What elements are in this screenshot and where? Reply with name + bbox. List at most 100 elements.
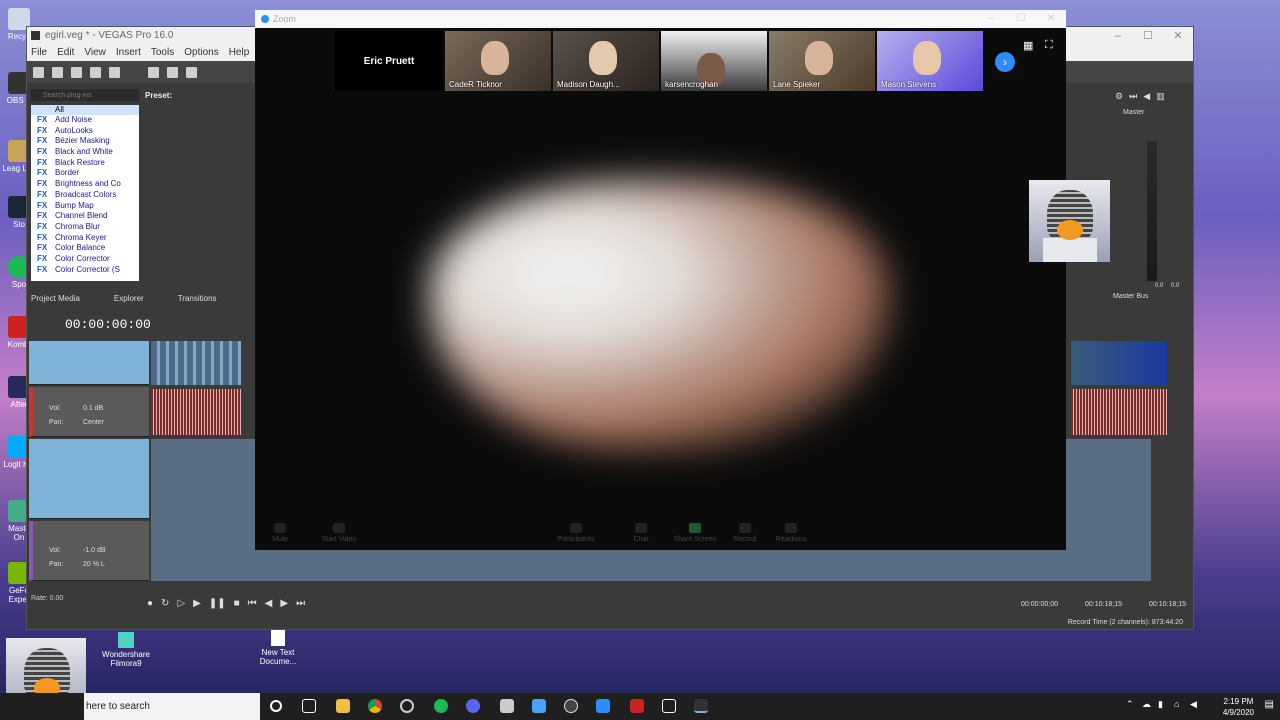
fx-item[interactable]: Bézier Masking	[31, 136, 139, 147]
desktop-icon-text-document[interactable]: New Text Docume...	[248, 630, 308, 666]
fx-item[interactable]: Channel Blend	[31, 211, 139, 222]
play-from-start-icon[interactable]: ▷	[177, 598, 185, 609]
track2-pan-value[interactable]: Center	[83, 419, 104, 426]
track-header-audio-4[interactable]: Vol: -1.0 dB Pan: 20 % L	[29, 521, 149, 581]
menu-tools[interactable]: Tools	[151, 45, 174, 61]
task-view-icon[interactable]	[302, 699, 316, 713]
speaker-icon[interactable]: ◀	[1143, 91, 1150, 102]
track-header-video-3[interactable]	[29, 439, 149, 519]
fx-item[interactable]: Chroma Keyer	[31, 233, 139, 244]
taskbar-search-box[interactable]: here to search	[84, 693, 260, 720]
participant-tile[interactable]: karsencroghan	[661, 31, 767, 91]
redo-icon[interactable]	[167, 66, 178, 78]
chat-button[interactable]: Chat	[617, 523, 665, 543]
video-clip[interactable]	[151, 341, 241, 385]
render-icon[interactable]	[90, 66, 101, 78]
fx-root-all[interactable]: All	[31, 105, 139, 115]
fx-item[interactable]: Chroma Blur	[31, 222, 139, 233]
close-icon[interactable]: ✕	[1163, 27, 1193, 45]
vegas-taskbar-icon[interactable]	[694, 699, 708, 713]
skip-icon[interactable]: ⏭	[1129, 91, 1137, 102]
record-button[interactable]: Record	[721, 523, 769, 543]
app-icon[interactable]	[400, 699, 414, 713]
undo-icon[interactable]	[148, 66, 159, 78]
spotify-icon[interactable]	[434, 699, 448, 713]
go-start-icon[interactable]: ⏮	[248, 598, 257, 609]
track2-vol-value[interactable]: 0.1 dB	[83, 405, 103, 412]
zoom-title-bar[interactable]: Zoom – ☐ ✕	[255, 10, 1066, 28]
maximize-icon[interactable]: ☐	[1133, 27, 1163, 45]
menu-file[interactable]: File	[31, 45, 47, 61]
battery-icon[interactable]: ▮	[1158, 699, 1163, 710]
track4-pan-value[interactable]: 20 % L	[83, 561, 105, 568]
menu-edit[interactable]: Edit	[57, 45, 74, 61]
gear-icon[interactable]	[109, 66, 120, 78]
gear-icon[interactable]: ⚙	[1115, 91, 1123, 102]
fx-item[interactable]: Color Corrector	[31, 254, 139, 265]
discord-icon[interactable]	[466, 699, 480, 713]
fx-item[interactable]: Black Restore	[31, 158, 139, 169]
gallery-view-icon[interactable]: ▦	[1023, 39, 1033, 52]
snap-icon[interactable]	[186, 66, 197, 78]
go-end-icon[interactable]: ⏭	[296, 598, 305, 609]
loop-icon[interactable]: ↻	[161, 598, 169, 609]
save-icon[interactable]	[71, 66, 82, 78]
tab-project-media[interactable]: Project Media	[31, 294, 80, 308]
taskbar-clock[interactable]: 2:19 PM 4/9/2020	[1223, 696, 1254, 718]
participant-tile[interactable]: Madison Daugh...	[553, 31, 659, 91]
selection-start-time[interactable]: 00:00:00;00	[1021, 601, 1058, 608]
maximize-icon[interactable]: ☐	[1006, 10, 1036, 28]
open-icon[interactable]	[52, 66, 63, 78]
new-icon[interactable]	[33, 66, 44, 78]
video-clip-end[interactable]	[1071, 341, 1167, 385]
fullscreen-icon[interactable]: ⛶	[1045, 39, 1053, 52]
share-screen-button[interactable]: Share Screen	[665, 523, 725, 543]
next-frame-icon[interactable]: ▶	[280, 598, 288, 609]
mute-button[interactable]: Mute	[255, 523, 305, 543]
network-icon[interactable]: ⌂	[1174, 699, 1179, 709]
zoom-icon[interactable]	[596, 699, 610, 713]
next-page-button[interactable]: ›	[995, 52, 1015, 72]
cloud-icon[interactable]: ☁	[1142, 699, 1151, 710]
cortana-icon[interactable]	[270, 700, 282, 712]
fx-item[interactable]: Bump Map	[31, 201, 139, 212]
plugin-search-input[interactable]	[31, 89, 139, 101]
participant-tile[interactable]: Lane Spieker	[769, 31, 875, 91]
app-icon[interactable]	[532, 699, 546, 713]
fx-item[interactable]: Color Corrector (S	[31, 265, 139, 276]
menu-options[interactable]: Options	[184, 45, 218, 61]
menu-insert[interactable]: Insert	[116, 45, 141, 61]
track4-vol-value[interactable]: -1.0 dB	[83, 547, 106, 554]
prev-frame-icon[interactable]: ◀	[265, 598, 273, 609]
menu-view[interactable]: View	[84, 45, 106, 61]
mixer-icon[interactable]: ▥	[1156, 91, 1165, 102]
participant-tile[interactable]: Mason Stevens	[877, 31, 983, 91]
fx-item[interactable]: Add Noise	[31, 115, 139, 126]
participants-button[interactable]: Participants	[547, 523, 605, 543]
tab-explorer[interactable]: Explorer	[114, 294, 144, 308]
audio-clip-end[interactable]	[1071, 389, 1167, 435]
tray-overflow-icon[interactable]: ⌃	[1126, 699, 1134, 710]
tab-transitions[interactable]: Transitions	[178, 294, 217, 308]
close-icon[interactable]: ✕	[1036, 10, 1066, 28]
obs-icon[interactable]	[564, 699, 578, 713]
play-icon[interactable]: ▶	[193, 598, 201, 609]
app-icon[interactable]	[662, 699, 676, 713]
audio-clip[interactable]	[151, 389, 241, 435]
fx-item[interactable]: Black and White	[31, 147, 139, 158]
fx-item[interactable]: Brightness and Co	[31, 179, 139, 190]
reactions-button[interactable]: Reactions	[765, 523, 817, 543]
track-header-video-1[interactable]	[29, 341, 149, 385]
stop-icon[interactable]: ■	[234, 598, 240, 609]
app-icon[interactable]	[630, 699, 644, 713]
file-explorer-icon[interactable]	[336, 699, 350, 713]
record-icon[interactable]: ●	[147, 598, 153, 609]
selection-length-time[interactable]: 00:10:18;15	[1149, 601, 1186, 608]
desktop-icon-filmora[interactable]: Wondershare Filmora9	[96, 632, 156, 668]
selection-end-time[interactable]: 00:10:18;15	[1085, 601, 1122, 608]
fx-item[interactable]: AutoLooks	[31, 126, 139, 137]
fx-item[interactable]: Broadcast Colors	[31, 190, 139, 201]
minimize-icon[interactable]: –	[1103, 27, 1133, 45]
participant-tile[interactable]: CadeR Ticknor	[445, 31, 551, 91]
start-video-button[interactable]: Start Video	[309, 523, 369, 543]
